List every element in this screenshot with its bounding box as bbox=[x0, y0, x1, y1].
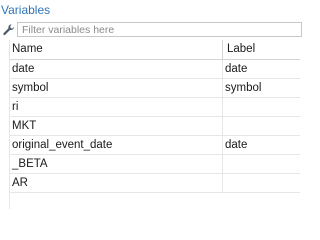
table-body: date date symbol symbol ri MKT original_event_… bbox=[10, 60, 300, 193]
filter-variables-input[interactable] bbox=[17, 22, 302, 37]
variable-name-cell: _BETA bbox=[12, 158, 48, 170]
table-header: Name Label bbox=[10, 40, 300, 60]
variable-name-cell: symbol bbox=[12, 82, 49, 94]
variable-name-cell: MKT bbox=[12, 120, 37, 132]
table-row[interactable]: _BETA bbox=[10, 155, 300, 174]
column-header-label[interactable]: Label bbox=[227, 40, 255, 59]
variable-label-cell: date bbox=[225, 139, 248, 151]
cell-divider bbox=[222, 60, 223, 78]
variable-name-cell: original_event_date bbox=[12, 139, 113, 151]
variable-name-cell: ri bbox=[12, 101, 19, 113]
column-divider[interactable] bbox=[222, 40, 223, 59]
table-row[interactable]: ri bbox=[10, 98, 300, 117]
table-row[interactable]: original_event_date date bbox=[10, 136, 300, 155]
panel-title: Variables bbox=[1, 3, 51, 17]
column-header-name[interactable]: Name bbox=[12, 40, 43, 59]
table-row[interactable]: date date bbox=[10, 60, 300, 79]
variable-label-cell: symbol bbox=[225, 82, 262, 94]
variable-label-cell: date bbox=[225, 63, 248, 75]
cell-divider bbox=[222, 117, 223, 135]
cell-divider bbox=[222, 174, 223, 192]
table-row[interactable]: MKT bbox=[10, 117, 300, 136]
table-row[interactable]: symbol symbol bbox=[10, 79, 300, 98]
cell-divider bbox=[222, 98, 223, 116]
filter-bar bbox=[0, 21, 302, 39]
cell-divider bbox=[222, 136, 223, 154]
cell-divider bbox=[222, 155, 223, 173]
wrench-icon[interactable] bbox=[2, 23, 16, 37]
cell-divider bbox=[222, 79, 223, 97]
variable-name-cell: date bbox=[12, 63, 35, 75]
variables-panel: Variables Name Label datedatesymbolsymbo… bbox=[0, 0, 302, 209]
table-row[interactable]: AR bbox=[10, 174, 300, 193]
variable-name-cell: AR bbox=[12, 177, 28, 189]
variables-table: Name Label date date symbol symbol ri MKT orig… bbox=[10, 40, 300, 193]
